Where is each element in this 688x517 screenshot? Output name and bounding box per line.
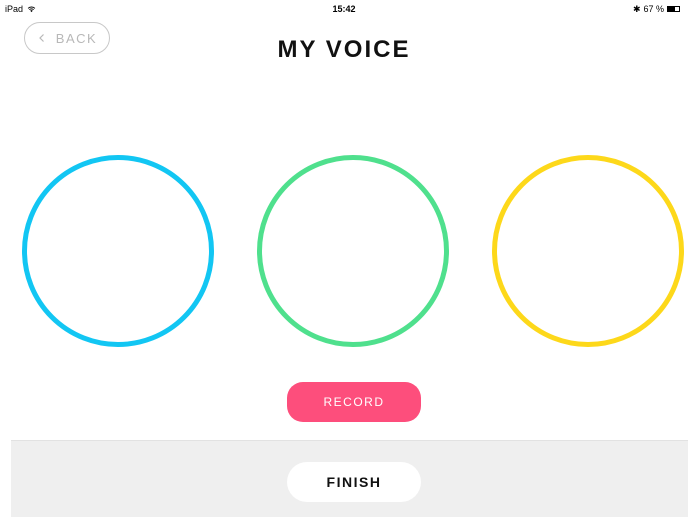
bluetooth-icon: ✱ [632,3,641,14]
finish-label: FINISH [326,474,382,490]
voice-circle-yellow[interactable] [492,155,684,347]
battery-icon [667,6,680,12]
finish-button[interactable]: FINISH [287,462,421,502]
status-bar: iPad 15:42 ✱ 67 % [0,0,688,18]
page-title: MY VOICE [277,36,411,63]
screen: iPad 15:42 ✱ 67 % BACK MY VOICE RECORD F… [0,0,688,517]
status-right: ✱ 67 % [633,4,680,14]
status-time: 15:42 [332,4,356,14]
battery-percent: 67 % [643,4,664,14]
battery-level [668,7,676,11]
record-label: RECORD [323,395,385,409]
voice-circle-blue[interactable] [22,155,214,347]
record-button[interactable]: RECORD [287,382,421,422]
voice-circle-green[interactable] [257,155,449,347]
